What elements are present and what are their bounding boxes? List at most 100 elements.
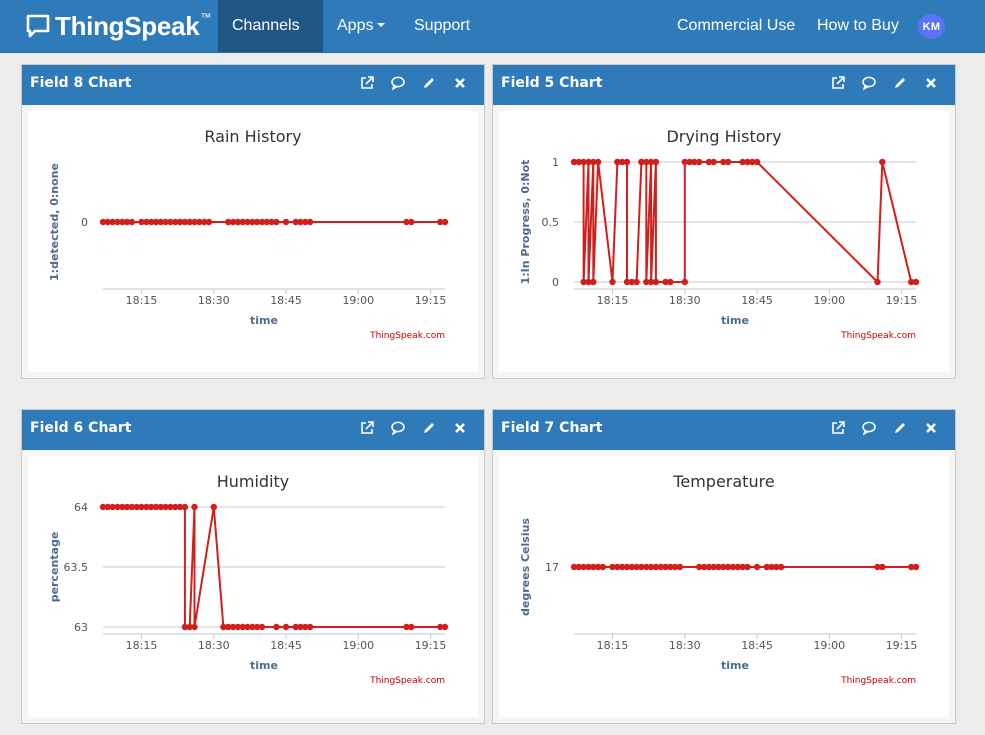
x-axis-label: time [250,314,278,327]
x-axis-label: time [721,314,749,327]
nav-channels[interactable]: Channels [218,0,323,79]
chart-credit: ThingSpeak.com [369,676,445,686]
x-tick-label: 19:15 [415,639,447,652]
chart-svg: Humidity percentage 63 63.5 64 18:15 18:30 18:4… [48,472,449,686]
comment-icon[interactable] [390,75,406,91]
external-link-icon[interactable] [359,75,375,91]
chart-credit: ThingSpeak.com [369,331,445,341]
comment-icon[interactable] [390,420,406,436]
data-point [753,158,761,166]
nav-apps[interactable]: Apps [323,0,400,52]
data-point [594,158,602,166]
data-point [652,158,660,166]
data-point [912,278,920,286]
y-axis-label: degrees Celsius [519,518,532,616]
data-point [623,158,631,166]
data-point [681,278,688,286]
data-point [724,158,732,166]
comment-icon[interactable] [861,420,877,436]
y-axis-label: 1:detected, 0:none [48,163,61,281]
data-point [879,563,886,571]
data-point [408,623,415,631]
chart-title: Temperature [672,472,774,491]
data-point [590,278,597,286]
brand-name: ThingSpeak [55,10,200,41]
y-axis-label: percentage [48,532,61,603]
pencil-icon[interactable] [421,75,437,91]
data-point [633,278,640,286]
close-icon[interactable] [923,420,939,436]
chart-svg: Drying History 1:In Progress, 0:Not 0 0.5 1 1… [519,127,920,341]
data-point [879,158,886,166]
y-tick-label: 0 [81,216,88,229]
x-tick-label: 18:15 [597,294,629,307]
data-point [306,623,314,631]
x-tick-label: 19:00 [342,294,374,307]
x-tick-label: 18:45 [741,294,773,307]
data-point [441,623,449,631]
panel-title: Field 8 Chart [30,75,132,91]
comment-icon[interactable] [861,75,877,91]
y-tick-label: 17 [545,561,559,574]
y-tick-label: 0 [552,276,559,289]
data-point [282,218,290,226]
data-point [710,158,717,166]
x-tick-label: 19:00 [342,639,374,652]
data-point [753,563,761,571]
x-tick-label: 18:15 [597,639,629,652]
pencil-icon[interactable] [892,420,908,436]
nav-commercial-use[interactable]: Commercial Use [663,0,809,52]
x-tick-label: 19:00 [813,639,845,652]
x-tick-label: 19:15 [415,294,447,307]
chart-title: Humidity [217,472,290,491]
close-icon[interactable] [452,75,468,91]
x-tick-label: 19:00 [813,294,845,307]
brand-trademark: ™ [200,12,212,24]
nav-how-to-buy[interactable]: How to Buy [803,0,913,52]
x-tick-label: 18:30 [669,639,701,652]
data-point [181,503,189,511]
external-link-icon[interactable] [359,420,375,436]
close-icon[interactable] [452,420,468,436]
x-tick-label: 19:15 [886,639,918,652]
user-avatar[interactable]: KM [918,14,945,39]
nav-apps-label: Apps [337,17,374,34]
x-tick-label: 18:30 [198,294,230,307]
data-point [676,563,684,571]
data-point [273,623,280,631]
data-point [273,218,280,226]
nav-support[interactable]: Support [400,0,495,79]
top-navbar: ThingSpeak ™ Channels Apps Support Commer… [0,0,985,79]
data-point [282,623,290,631]
data-point [652,278,660,286]
pencil-icon[interactable] [892,75,908,91]
y-tick-label: 63 [74,621,88,634]
data-point [599,563,607,571]
data-point [306,218,314,226]
x-axis-label: time [250,659,278,672]
data-point [441,218,449,226]
panel-title: Field 6 Chart [30,420,132,436]
chart-credit: ThingSpeak.com [840,331,916,341]
data-point [210,503,217,511]
panel-header: Field 7 Chart [493,410,955,450]
data-point [874,278,881,286]
x-tick-label: 18:15 [126,639,158,652]
y-axis-label: 1:In Progress, 0:Not [519,160,532,285]
external-link-icon[interactable] [830,75,846,91]
brand-logo[interactable]: ThingSpeak ™ [26,11,211,41]
data-point [408,218,415,226]
close-icon[interactable] [923,75,939,91]
external-link-icon[interactable] [830,420,846,436]
data-point [744,563,751,571]
data-point [667,278,674,286]
panel-title: Field 5 Chart [501,75,603,91]
x-axis-label: time [721,659,749,672]
chat-bubble-logo-icon [26,14,50,38]
chart-panel-field5: Field 5 Chart Drying History 1:In Progres… [492,64,956,379]
nav-channels-label: Channels [232,17,300,34]
chart-credit: ThingSpeak.com [840,676,916,686]
data-point [128,218,136,226]
pencil-icon[interactable] [421,420,437,436]
x-tick-label: 18:15 [126,294,158,307]
